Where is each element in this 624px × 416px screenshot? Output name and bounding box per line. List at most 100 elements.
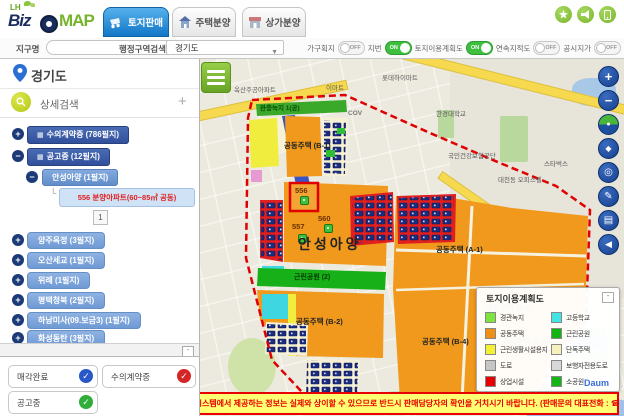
status-filter-panel: 매각완료 ✓ 수의계약중 ✓ 공고중 ✓ (0, 356, 200, 416)
parcel-560-label[interactable]: 560 (318, 214, 331, 223)
parcel-557-label[interactable]: 557 (292, 222, 305, 231)
poi-label: 이마트 (326, 82, 344, 92)
favorites-button[interactable] (555, 6, 572, 23)
mobile-icon (604, 10, 611, 20)
legend-collapse-button[interactable]: - (602, 292, 614, 303)
filter-negotiation[interactable]: 수의계약중 ✓ (102, 365, 196, 388)
detail-search-icon (11, 92, 31, 112)
sidebar-toggle-button[interactable] (201, 62, 231, 93)
toggle-jibun[interactable]: ON (385, 41, 412, 55)
district-item[interactable]: 양주옥정 (3필지) (27, 232, 105, 249)
tab-label: 토지판매 (128, 15, 163, 29)
collapse-icon[interactable]: − (26, 171, 38, 183)
expand-icon[interactable]: + (12, 274, 24, 286)
parcel-556-marker[interactable] (300, 196, 309, 205)
bizmap-logo[interactable]: LH Biz MAP (0, 0, 100, 38)
region-select-value: 경기도 (175, 43, 198, 53)
satellite-view-button[interactable]: ◆ (598, 138, 619, 159)
poi-label: 옥산주공아파트 (234, 84, 276, 94)
district-item[interactable]: 하남미사(09.보금3) (1필지) (27, 312, 141, 329)
store-icon (248, 16, 262, 29)
land-sale-icon (109, 16, 124, 29)
legend-swatch (551, 344, 562, 355)
tab-label: 상가분양 (266, 15, 301, 29)
district-item[interactable]: 위례 (1필지) (27, 272, 90, 289)
tab-commercial-sale[interactable]: 상가분양 (242, 7, 306, 37)
legend-item: 도로 (485, 357, 551, 373)
toggle-label-cadastral: 연속지적도 (496, 43, 531, 54)
roadview-button[interactable]: ● (598, 114, 619, 135)
layer-toggles: 가구획지 OFF 지번 ON 토지이용계획도 ON 연속지적도 OFF 공시지가… (307, 41, 621, 55)
legend-item: 근린생활시설용지 (485, 341, 551, 357)
detail-search-label: 상세검색 (40, 97, 79, 112)
zoom-in-button[interactable]: + (598, 66, 619, 87)
expand-icon[interactable]: + (12, 314, 24, 326)
expand-icon[interactable]: + (12, 254, 24, 266)
sidebar: 경기도 상세검색 + + ▦수의계약중 (786필지) − ▦공고중 (12필지… (0, 58, 200, 356)
toggle-landuse[interactable]: ON (466, 41, 493, 55)
hamburger-icon (207, 70, 225, 73)
district-item[interactable]: 오산세교 (1필지) (27, 252, 105, 269)
poi-label: 한경대학교 (436, 108, 466, 118)
expand-icon[interactable]: + (12, 128, 24, 140)
panel-collapse-button[interactable]: ◀ (598, 234, 619, 255)
region-header: 경기도 (0, 58, 199, 89)
tab-land-sale[interactable]: 토지판매 (103, 7, 169, 37)
legend-swatch (551, 328, 562, 339)
tree-item-negotiation[interactable]: ▦수의계약중 (786필지) (27, 126, 129, 144)
location-button[interactable]: ◎ (598, 162, 619, 183)
tree-item-announced[interactable]: ▦공고중 (12필지) (27, 148, 110, 166)
measure-button[interactable]: ✎ (598, 186, 619, 207)
district-item[interactable]: 평택청북 (2필지) (27, 292, 105, 309)
legend-item: 근린공원 (551, 325, 613, 341)
map-canvas[interactable]: 우체국 옥산주공아파트 이마트 COV 롯데하이마트 한경대학교 국민건강보험공… (200, 58, 624, 416)
zone-label-park: 근린공원 (2) (294, 272, 330, 282)
toggle-cadastral[interactable]: OFF (533, 41, 560, 55)
toggle-price[interactable]: OFF (594, 41, 621, 55)
add-search-button[interactable]: + (178, 93, 187, 110)
legend-swatch (485, 376, 496, 387)
logo-biz: Biz (8, 11, 31, 31)
parcel-556-label[interactable]: 556 (295, 186, 308, 195)
expand-icon[interactable]: + (12, 234, 24, 246)
legend-title: 토지이용계획도 (486, 292, 544, 305)
tab-housing-sale[interactable]: 주택분양 (172, 7, 236, 37)
legend-swatch (551, 376, 562, 387)
zone-label-b4: 공동주택 (B-4) (422, 336, 469, 347)
zone-label-a1: 공동주택 (A-1) (436, 244, 483, 255)
poi-label: 스타벅스 (544, 158, 568, 168)
toggle-block[interactable]: OFF (338, 41, 365, 55)
filter-sold[interactable]: 매각완료 ✓ (8, 365, 98, 388)
app-header: LH Biz MAP 토지판매 주택분양 상가분양 (0, 0, 624, 39)
zone-label-buffer-green: 완충녹지 1(공) (260, 102, 300, 112)
tree-item-anseong-ayang[interactable]: 안성아양 (1필지) (42, 169, 118, 186)
zone-label-b1: 공동주택 (B-1) (284, 140, 331, 151)
toggle-label-block: 가구획지 (307, 43, 335, 54)
admin-search-label: 행정구역검색 (119, 43, 166, 55)
parcel-560-marker[interactable] (324, 224, 333, 233)
chevron-down-icon: ▼ (271, 45, 278, 60)
tree-leaf-parcel-556[interactable]: 556 분양아파트(60~85㎡ 공동) (59, 188, 195, 207)
mobile-button[interactable] (599, 6, 616, 23)
filter-sold-label: 매각완료 (17, 371, 48, 383)
map-controls: + − ● ◆ ◎ ✎ ▤ ◀ (598, 66, 619, 258)
expand-icon[interactable]: + (12, 294, 24, 306)
poi-label: COV (348, 110, 362, 117)
announcement-button[interactable] (577, 6, 594, 23)
legend-item: 단독주택 (551, 341, 613, 357)
collapse-icon[interactable]: − (12, 150, 24, 162)
filter-negotiation-label: 수의계약중 (111, 371, 150, 383)
legend-swatch (485, 344, 496, 355)
zoom-out-button[interactable]: − (598, 90, 619, 111)
filter-announced[interactable]: 공고중 ✓ (8, 391, 98, 414)
map-pin-icon (13, 64, 27, 82)
pagination-page-1[interactable]: 1 (93, 210, 108, 225)
toggle-label-landuse: 토지이용계획도 (415, 43, 463, 54)
logo-map: MAP (59, 11, 94, 31)
print-button[interactable]: ▤ (598, 210, 619, 231)
legend-item: 공동주택 (485, 325, 551, 341)
legend-swatch (551, 360, 562, 371)
detail-search-row[interactable]: 상세검색 + (0, 88, 199, 118)
region-select[interactable]: 경기도 ▼ (166, 40, 284, 55)
toggle-label-price: 공시지가 (563, 43, 591, 54)
